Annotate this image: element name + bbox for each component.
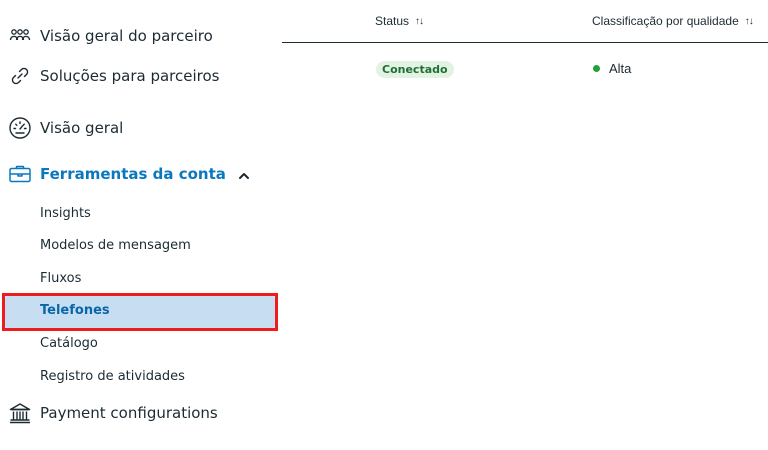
dashboard-gauge-icon xyxy=(8,116,32,140)
nav-item-label: Visão geral xyxy=(40,119,124,137)
chevron-up-icon[interactable] xyxy=(236,168,252,184)
sidebar-item-catalog[interactable]: Catálogo xyxy=(40,336,98,351)
nav-item-partner-solutions[interactable]: Soluções para parceiros xyxy=(8,64,219,88)
sidebar-item-flows[interactable]: Fluxos xyxy=(40,271,81,286)
bank-icon xyxy=(8,401,32,425)
table-header: Status ↑↓ Classificação por qualidade ↑↓ xyxy=(282,0,768,43)
sort-arrows-icon: ↑↓ xyxy=(415,15,424,27)
nav-group-label: Ferramentas da conta xyxy=(40,165,226,183)
nav-item-label: Soluções para parceiros xyxy=(40,67,220,85)
nav-item-partner-overview[interactable]: Visão geral do parceiro xyxy=(8,24,213,48)
sidebar-item-message-templates[interactable]: Modelos de mensagem xyxy=(40,238,191,253)
sidebar-item-insights[interactable]: Insights xyxy=(40,206,91,221)
sidebar-item-activity-log[interactable]: Registro de atividades xyxy=(40,369,185,384)
column-header-label: Classificação por qualidade xyxy=(592,14,739,28)
nav-item-label: Visão geral do parceiro xyxy=(40,27,213,45)
quality-dot-icon xyxy=(593,65,600,72)
nav-item-payment-configurations[interactable]: Payment configurations xyxy=(8,401,218,425)
nav-item-overview[interactable]: Visão geral xyxy=(8,116,123,140)
column-header-quality[interactable]: Classificação por qualidade ↑↓ xyxy=(592,14,754,28)
quality-label: Alta xyxy=(609,61,632,76)
sidebar-item-phones[interactable]: Telefones xyxy=(40,303,110,318)
quality-rating: Alta xyxy=(593,61,631,76)
sort-arrows-icon: ↑↓ xyxy=(744,15,754,27)
nav-group-account-tools[interactable]: Ferramentas da conta xyxy=(8,162,226,186)
status-badge: Conectado xyxy=(376,61,454,78)
link-icon xyxy=(8,64,32,88)
sidebar: Visão geral do parceiro Soluções para pa… xyxy=(0,0,280,450)
partners-icon xyxy=(8,24,32,48)
column-header-label: Status xyxy=(375,14,410,28)
column-header-status[interactable]: Status ↑↓ xyxy=(375,14,424,28)
briefcase-icon xyxy=(8,162,32,186)
nav-item-label: Payment configurations xyxy=(40,404,218,422)
